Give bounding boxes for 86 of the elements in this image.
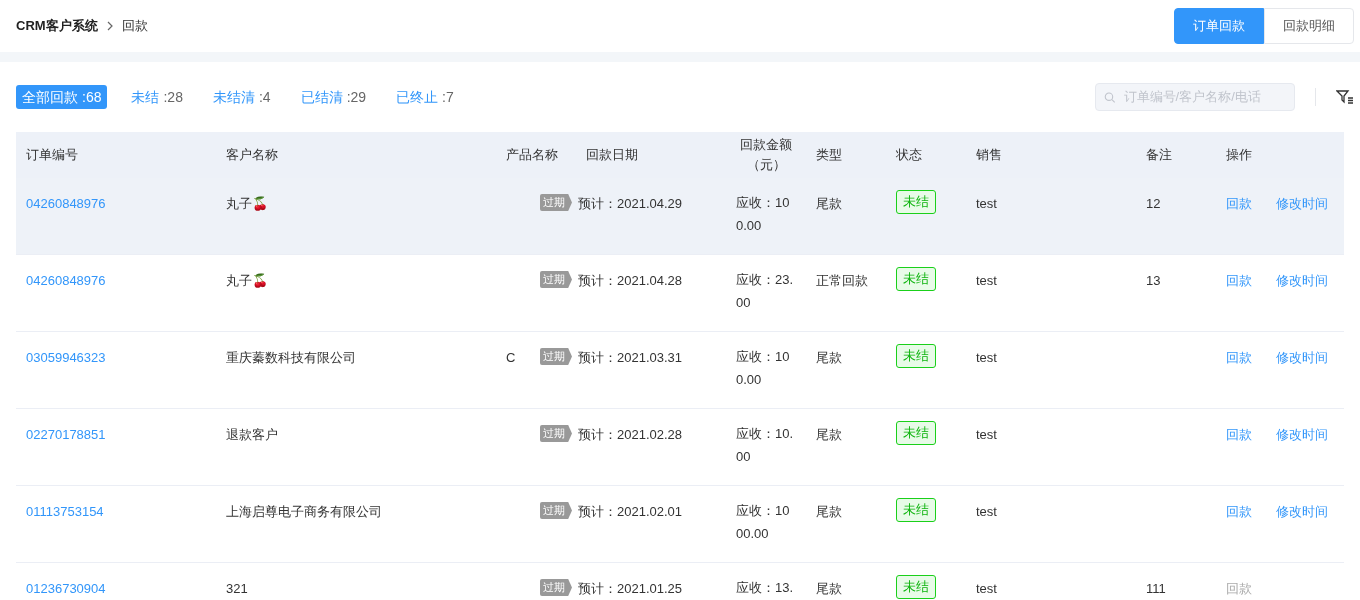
table-cell-text: 应收：10.00 bbox=[736, 425, 795, 466]
column-header: 操作 bbox=[1225, 146, 1253, 165]
action-link[interactable]: 修改时间 bbox=[1276, 194, 1328, 254]
order-link[interactable]: 04260848976 bbox=[26, 196, 106, 211]
table-cell: 上海启尊电子商务有限公司 bbox=[226, 504, 382, 519]
table-cell: test bbox=[976, 273, 997, 288]
overdue-badge: 过期 bbox=[540, 194, 572, 211]
action-link[interactable]: 修改时间 bbox=[1276, 502, 1328, 562]
column-header: 备注 bbox=[1145, 146, 1173, 165]
table-cell-text: 应收：1000.00 bbox=[736, 502, 791, 543]
table-cell: 尾款 bbox=[816, 196, 842, 211]
order-link[interactable]: 03059946323 bbox=[26, 350, 106, 365]
table-cell: 退款客户 bbox=[226, 427, 278, 442]
table-cell: 尾款 bbox=[816, 427, 842, 442]
overdue-badge: 过期 bbox=[540, 348, 572, 365]
table-cell: test bbox=[976, 504, 997, 519]
table-cell: 13 bbox=[1146, 273, 1161, 288]
table-cell-text: 应收：23.00 bbox=[736, 271, 795, 312]
action-link[interactable]: 回款 bbox=[1226, 271, 1252, 331]
table-cell: 正常回款 bbox=[816, 273, 868, 288]
column-header: 状态 bbox=[895, 146, 923, 165]
table-cell: 尾款 bbox=[816, 350, 842, 365]
table-cell: test bbox=[976, 427, 997, 442]
table-cell: 12 bbox=[1146, 196, 1161, 211]
overdue-badge: 过期 bbox=[540, 271, 572, 288]
table-cell: 丸子🍒 bbox=[226, 196, 268, 211]
status-tag: 未结 bbox=[896, 190, 936, 214]
filter-tab[interactable]: 已结清 :29 bbox=[294, 85, 373, 109]
action-link[interactable]: 修改时间 bbox=[1276, 425, 1328, 485]
action-link[interactable]: 回款 bbox=[1226, 194, 1252, 254]
action-link[interactable]: 回款 bbox=[1226, 425, 1252, 485]
table-cell-text: 预计：2021.04.28 bbox=[578, 272, 683, 290]
table-cell-text: 预计：2021.02.28 bbox=[578, 426, 683, 444]
action-link[interactable]: 回款 bbox=[1226, 348, 1252, 408]
action-link[interactable]: 回款 bbox=[1226, 502, 1252, 562]
status-tag: 未结 bbox=[896, 344, 936, 368]
breadcrumb-item[interactable]: CRM客户系统 bbox=[16, 16, 98, 36]
order-link[interactable]: 04260848976 bbox=[26, 273, 106, 288]
filter-tab[interactable]: 全部回款 :68 bbox=[16, 85, 108, 109]
filter-tab[interactable]: 未结清 :4 bbox=[206, 85, 277, 109]
action-link[interactable]: 修改时间 bbox=[1276, 271, 1328, 331]
chevron-right-icon bbox=[105, 21, 114, 31]
table-cell-text: 预计：2021.03.31 bbox=[578, 349, 683, 367]
table-cell: 321 bbox=[226, 581, 248, 596]
table-cell-text: 预计：2021.04.29 bbox=[578, 195, 683, 213]
status-tag: 未结 bbox=[896, 498, 936, 522]
filter-tab[interactable]: 未结 :28 bbox=[125, 85, 189, 109]
view-tab[interactable]: 回款明细 bbox=[1264, 8, 1354, 44]
column-header: 回款日期 bbox=[585, 146, 639, 165]
order-link[interactable]: 01236730904 bbox=[26, 581, 106, 596]
breadcrumb-item: 回款 bbox=[121, 17, 148, 36]
column-header: 回款金额（元） bbox=[739, 136, 793, 174]
overdue-badge: 过期 bbox=[540, 579, 572, 596]
table-cell: test bbox=[976, 196, 997, 211]
table-cell: C bbox=[506, 350, 516, 365]
order-link[interactable]: 02270178851 bbox=[26, 427, 106, 442]
column-header: 销售 bbox=[975, 146, 1003, 165]
table-cell-text: 预计：2021.01.25 bbox=[578, 580, 683, 598]
status-tag: 未结 bbox=[896, 575, 936, 599]
table-cell-text: 预计：2021.02.01 bbox=[578, 503, 683, 521]
action-link[interactable]: 修改时间 bbox=[1276, 348, 1328, 408]
column-header: 类型 bbox=[815, 146, 843, 165]
search-icon bbox=[1104, 90, 1116, 104]
table-cell-text: 应收：100.00 bbox=[736, 348, 791, 389]
action-link: 回款 bbox=[1226, 580, 1252, 598]
order-link[interactable]: 01113753154 bbox=[26, 504, 104, 519]
table-cell: 重庆蓁数科技有限公司 bbox=[226, 350, 356, 365]
view-tab[interactable]: 订单回款 bbox=[1174, 8, 1264, 44]
overdue-badge: 过期 bbox=[540, 502, 572, 519]
table-cell: 尾款 bbox=[816, 504, 842, 519]
table-cell: 尾款 bbox=[816, 581, 842, 596]
filter-tab[interactable]: 已终止 :7 bbox=[390, 85, 460, 109]
table-row[interactable]: 04260848976 丸子🍒 过期 预计：2021.04.29 应收：100.00 尾款 未结 test 12 回款 修改时间 bbox=[16, 178, 1344, 255]
overdue-badge: 过期 bbox=[540, 425, 572, 442]
table-cell-text: 应收：100.00 bbox=[736, 194, 791, 235]
table-cell: test bbox=[976, 581, 997, 596]
table-cell: 丸子🍒 bbox=[226, 273, 268, 288]
table-cell: 111 bbox=[1146, 581, 1166, 596]
filter-icon[interactable] bbox=[1336, 89, 1354, 105]
column-header: 订单编号 bbox=[25, 146, 79, 165]
status-tag: 未结 bbox=[896, 421, 936, 445]
column-header: 客户名称 bbox=[225, 146, 279, 165]
table-cell-text: 应收：13. bbox=[736, 579, 795, 597]
table-cell: test bbox=[976, 350, 997, 365]
status-tag: 未结 bbox=[896, 267, 936, 291]
column-header: 产品名称 bbox=[505, 146, 559, 165]
